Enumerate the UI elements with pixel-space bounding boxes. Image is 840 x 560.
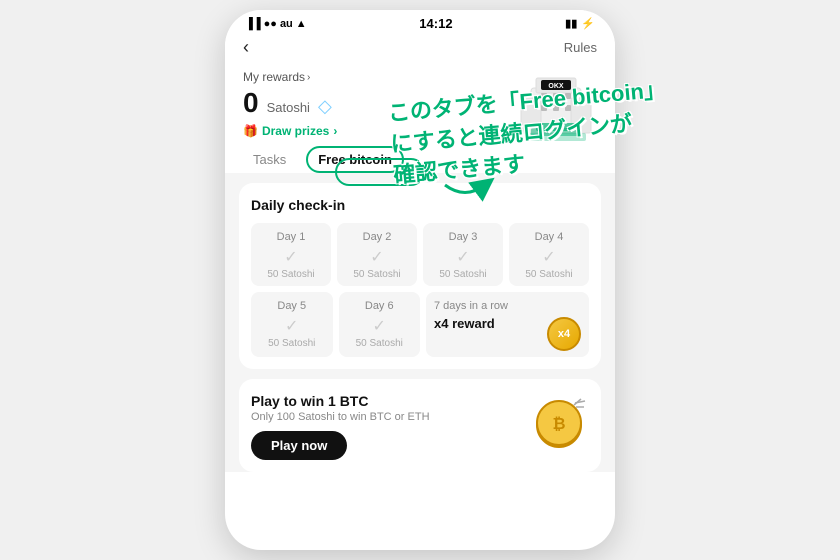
day-6-cell: Day 6 ✓ 50 Satoshi bbox=[339, 292, 421, 357]
svg-text:₿: ₿ bbox=[552, 415, 565, 433]
day-7-reward-cell: 7 days in a row x4 reward x4 bbox=[426, 292, 589, 357]
days-grid-row2: Day 5 ✓ 50 Satoshi Day 6 ✓ 50 Satoshi 7 … bbox=[251, 292, 589, 357]
play-now-button[interactable]: Play now bbox=[251, 431, 347, 460]
play-to-win-card: Play to win 1 BTC Only 100 Satoshi to wi… bbox=[239, 379, 601, 472]
signal-area: ▐▐ ●● au ▲ bbox=[245, 18, 307, 30]
signal-icon: ▐▐ bbox=[245, 18, 261, 30]
battery-icon: ▮▮ bbox=[565, 17, 577, 30]
daily-checkin-card: Daily check-in Day 1 ✓ 50 Satoshi Day 2 … bbox=[239, 183, 601, 369]
back-button[interactable]: ‹ bbox=[243, 37, 249, 58]
battery-visual: ⚡ bbox=[581, 17, 595, 30]
time-display: 14:12 bbox=[419, 16, 452, 31]
day-4-cell: Day 4 ✓ 50 Satoshi bbox=[509, 223, 589, 286]
play-to-win-info: Play to win 1 BTC Only 100 Satoshi to wi… bbox=[251, 393, 430, 460]
day-2-label: Day 2 bbox=[341, 231, 413, 243]
satoshi-unit: Satoshi bbox=[267, 100, 310, 115]
day-5-satoshi: 50 Satoshi bbox=[255, 338, 329, 349]
day-2-check: ✓ bbox=[341, 247, 413, 267]
day-1-satoshi: 50 Satoshi bbox=[255, 269, 327, 280]
day-6-check: ✓ bbox=[343, 316, 417, 336]
rules-link[interactable]: Rules bbox=[564, 40, 597, 55]
day-6-label: Day 6 bbox=[343, 300, 417, 312]
tab-tasks[interactable]: Tasks bbox=[243, 148, 296, 171]
daily-checkin-title: Daily check-in bbox=[251, 197, 589, 213]
day-2-satoshi: 50 Satoshi bbox=[341, 269, 413, 280]
wifi-icon: ▲ bbox=[296, 18, 307, 30]
carrier-label: ●● au bbox=[264, 18, 293, 30]
day-1-cell: Day 1 ✓ 50 Satoshi bbox=[251, 223, 331, 286]
my-rewards-label: My rewards bbox=[243, 70, 305, 84]
reward-x4-label: x4 reward bbox=[434, 316, 495, 331]
day-5-label: Day 5 bbox=[255, 300, 329, 312]
diamond-icon: ◇ bbox=[318, 96, 332, 117]
reward-line1: 7 days in a row bbox=[434, 300, 508, 312]
main-content: Daily check-in Day 1 ✓ 50 Satoshi Day 2 … bbox=[225, 173, 615, 472]
day-3-cell: Day 3 ✓ 50 Satoshi bbox=[423, 223, 503, 286]
status-bar: ▐▐ ●● au ▲ 14:12 ▮▮ ⚡ bbox=[225, 10, 615, 33]
nav-bar: ‹ Rules bbox=[225, 33, 615, 64]
day-1-label: Day 1 bbox=[255, 231, 327, 243]
day-5-check: ✓ bbox=[255, 316, 329, 336]
day-4-label: Day 4 bbox=[513, 231, 585, 243]
draw-prizes-arrow: › bbox=[333, 124, 337, 138]
draw-prizes-label: Draw prizes bbox=[262, 124, 329, 138]
day-3-check: ✓ bbox=[427, 247, 499, 267]
day-4-check: ✓ bbox=[513, 247, 585, 267]
play-to-win-title: Play to win 1 BTC bbox=[251, 393, 430, 409]
battery-area: ▮▮ ⚡ bbox=[565, 17, 595, 30]
day-6-satoshi: 50 Satoshi bbox=[343, 338, 417, 349]
draw-prizes-link[interactable]: 🎁 Draw prizes › bbox=[243, 124, 337, 138]
day-5-cell: Day 5 ✓ 50 Satoshi bbox=[251, 292, 333, 357]
day-3-satoshi: 50 Satoshi bbox=[427, 269, 499, 280]
day-1-check: ✓ bbox=[255, 247, 327, 267]
day-3-label: Day 3 bbox=[427, 231, 499, 243]
satoshi-amount: 0 bbox=[243, 86, 259, 120]
day-4-satoshi: 50 Satoshi bbox=[513, 269, 585, 280]
gift-icon: 🎁 bbox=[243, 124, 258, 138]
days-grid-row1: Day 1 ✓ 50 Satoshi Day 2 ✓ 50 Satoshi Da… bbox=[251, 223, 589, 286]
play-to-win-subtitle: Only 100 Satoshi to win BTC or ETH bbox=[251, 411, 430, 423]
day-2-cell: Day 2 ✓ 50 Satoshi bbox=[337, 223, 417, 286]
coin-illustration: ₿ bbox=[529, 393, 589, 462]
my-rewards-arrow: › bbox=[307, 72, 310, 83]
x4-coin-badge: x4 bbox=[547, 317, 581, 351]
tab-free-bitcoin[interactable]: Free bitcoin bbox=[306, 146, 404, 173]
